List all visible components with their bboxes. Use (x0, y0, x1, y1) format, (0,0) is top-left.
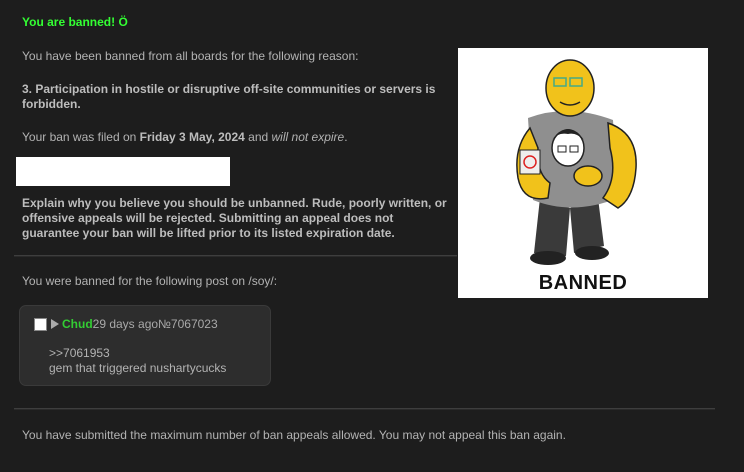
ban-reason: 3. Participation in hostile or disruptiv… (22, 82, 436, 111)
filed-date: Friday 3 May, 2024 (139, 130, 245, 144)
ban-reason-intro: You have been banned from all boards for… (22, 49, 359, 63)
post-intro: You were banned for the following post o… (22, 274, 278, 288)
banned-caption: BANNED (538, 272, 628, 294)
post-name: Chud (62, 317, 93, 331)
filed-mid: and (244, 130, 272, 144)
post-quote-link[interactable]: >>7061953 (49, 346, 226, 361)
final-note: You have submitted the maximum number of… (22, 428, 566, 442)
post-text: gem that triggered nushartycucks (49, 361, 227, 375)
filed-expiry: will not expire (271, 130, 345, 144)
divider (14, 255, 457, 257)
banned-post: Chud 29 days ago №7067023 >>7061953 gem t… (19, 305, 271, 386)
ban-title: You are banned! Ö (22, 15, 128, 29)
post-menu-arrow-icon[interactable] (51, 319, 59, 329)
filed-prefix: Your ban was filed on (22, 130, 140, 144)
post-header: Chud 29 days ago №7067023 (34, 317, 218, 331)
appeal-note: Explain why you believe you should be un… (22, 196, 447, 240)
ban-filed-line: Your ban was filed on Friday 3 May, 2024… (22, 130, 348, 144)
post-body: >>7061953 gem that triggered nushartycuc… (49, 346, 226, 376)
ban-image: BANNED (458, 48, 708, 298)
post-number[interactable]: №7067023 (158, 317, 218, 331)
appeal-input[interactable] (16, 157, 230, 186)
post-time: 29 days ago (92, 317, 159, 331)
divider (14, 408, 715, 410)
banned-character-illustration (516, 59, 637, 265)
post-checkbox[interactable] (34, 317, 47, 331)
filed-suffix: . (344, 130, 348, 144)
